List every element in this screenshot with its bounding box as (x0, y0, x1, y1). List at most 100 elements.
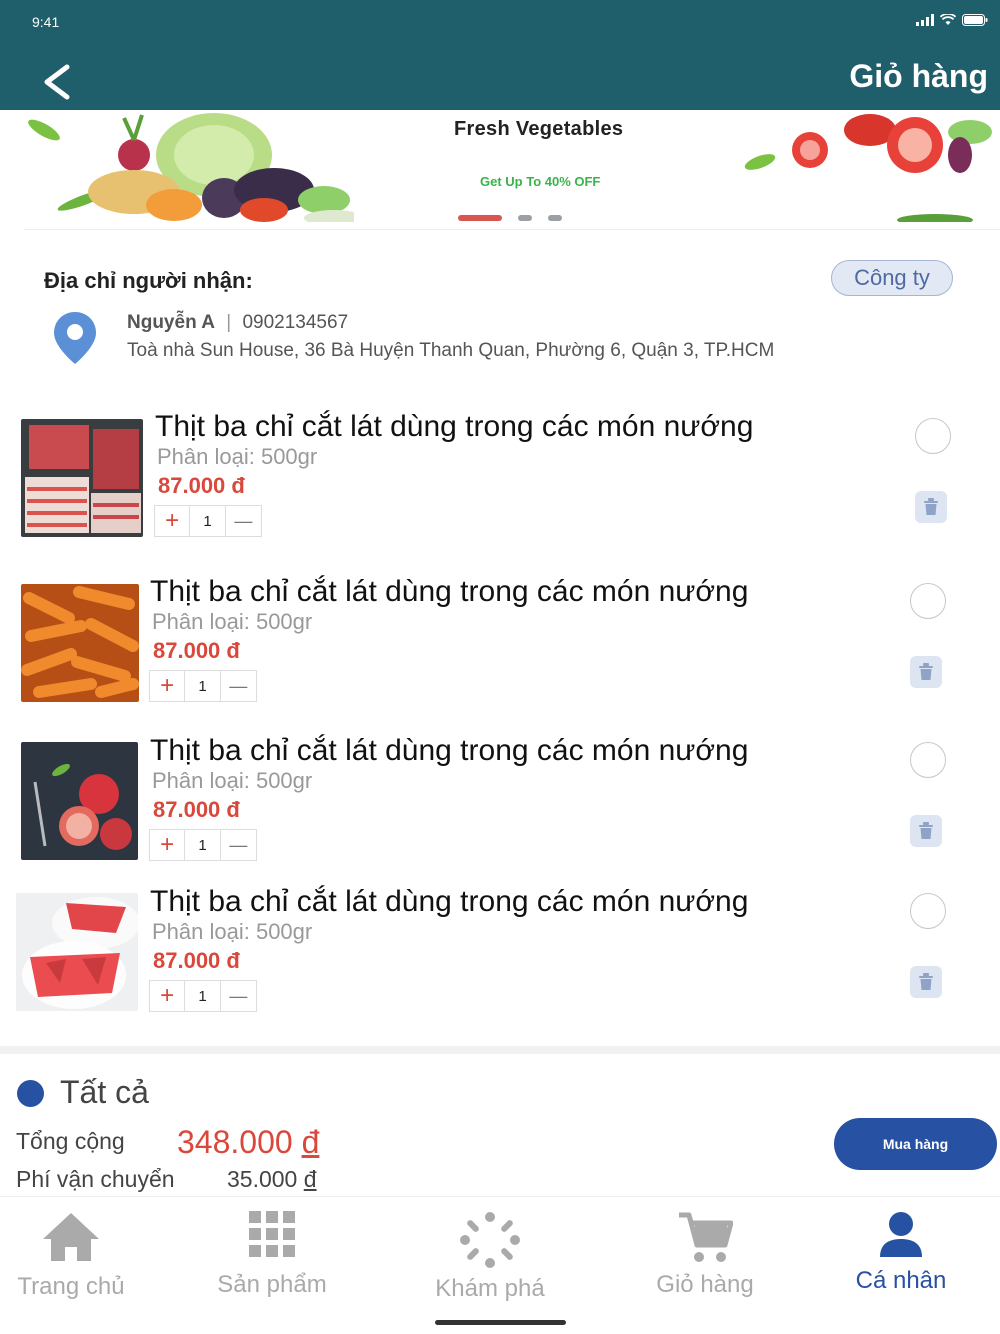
shipping-amount: 35.000 (227, 1166, 298, 1192)
explore-icon (460, 1212, 520, 1268)
decrease-button[interactable]: — (221, 981, 256, 1011)
product-title[interactable]: Thịt ba chỉ cắt lát dùng trong các món n… (150, 885, 748, 919)
product-variant[interactable]: Phân loại: 500gr (152, 919, 312, 945)
tab-label: Giỏ hàng (656, 1271, 754, 1298)
increase-button[interactable]: + (150, 981, 186, 1011)
total-amount: 348.000 (177, 1124, 293, 1160)
recipient-separator: | (226, 312, 232, 333)
quantity-value[interactable]: 1 (190, 506, 226, 536)
decrease-button[interactable]: — (226, 506, 261, 536)
total-label: Tổng cộng (16, 1128, 125, 1154)
delete-button[interactable] (910, 815, 942, 847)
product-image[interactable] (16, 893, 138, 1011)
address-heading: Địa chỉ người nhận: (44, 268, 253, 293)
quantity-value[interactable]: 1 (185, 830, 221, 860)
grid-icon (249, 1211, 295, 1257)
chevron-left-icon (44, 64, 70, 100)
product-variant[interactable]: Phân loại: 500gr (152, 609, 312, 635)
quantity-value[interactable]: 1 (185, 981, 221, 1011)
tab-cart[interactable]: Giỏ hàng (646, 1197, 764, 1317)
item-select-radio[interactable] (910, 893, 946, 929)
total-value: 348.000 đ (177, 1124, 319, 1161)
trash-icon (919, 822, 933, 839)
tab-products[interactable]: Sản phẩm (212, 1197, 332, 1317)
cart-icon (679, 1212, 733, 1262)
shipping-value: 35.000 đ (227, 1166, 317, 1193)
app-header: 9:41 Giỏ hàng (0, 0, 1000, 110)
section-divider (0, 1046, 1000, 1054)
tab-label: Cá nhân (855, 1267, 947, 1294)
home-indicator (435, 1320, 566, 1325)
delete-button[interactable] (910, 966, 942, 998)
promo-banner[interactable]: Fresh Vegetables Get Up To 40% OFF (24, 110, 1000, 230)
product-price: 87.000 đ (153, 948, 240, 973)
pagination-dot[interactable] (518, 215, 532, 221)
increase-button[interactable]: + (150, 671, 186, 701)
shipping-currency: đ (303, 1166, 317, 1192)
tomato-image (744, 114, 992, 222)
address-detail: Toà nhà Sun House, 36 Bà Huyện Thanh Qua… (127, 340, 775, 361)
product-price: 87.000 đ (158, 473, 245, 498)
delete-button[interactable] (910, 656, 942, 688)
product-title[interactable]: Thịt ba chỉ cắt lát dùng trong các món n… (150, 575, 748, 609)
location-pin-icon (54, 312, 96, 364)
shipping-label: Phí vận chuyển (16, 1166, 175, 1192)
item-select-radio[interactable] (915, 418, 951, 454)
increase-button[interactable]: + (155, 506, 191, 536)
select-all-radio[interactable] (17, 1080, 44, 1107)
product-price: 87.000 đ (153, 638, 240, 663)
product-variant[interactable]: Phân loại: 500gr (157, 444, 317, 470)
home-icon (43, 1213, 99, 1261)
product-price: 87.000 đ (153, 797, 240, 822)
pagination-dot[interactable] (548, 215, 562, 221)
product-image[interactable] (21, 419, 143, 537)
tab-label: Sản phẩm (217, 1271, 327, 1298)
tab-label: Khám phá (435, 1275, 545, 1302)
tab-label: Trang chủ (17, 1273, 125, 1300)
recipient-line: Nguyễn A | 0902134567 (127, 312, 348, 334)
banner-subtitle: Get Up To 40% OFF (480, 174, 601, 189)
delete-button[interactable] (915, 491, 947, 523)
quantity-stepper: + 1 — (149, 670, 257, 702)
cart-item: Thịt ba chỉ cắt lát dùng trong các món n… (0, 575, 1000, 715)
banner-pagination (458, 215, 562, 221)
page-title: Giỏ hàng (849, 58, 988, 94)
decrease-button[interactable]: — (221, 671, 256, 701)
product-variant[interactable]: Phân loại: 500gr (152, 768, 312, 794)
product-title[interactable]: Thịt ba chỉ cắt lát dùng trong các món n… (155, 410, 753, 444)
product-title[interactable]: Thịt ba chỉ cắt lát dùng trong các món n… (150, 734, 748, 768)
tab-profile[interactable]: Cá nhân (846, 1197, 956, 1317)
person-icon (880, 1212, 922, 1257)
increase-button[interactable]: + (150, 830, 186, 860)
item-select-radio[interactable] (910, 742, 946, 778)
trash-icon (924, 498, 938, 515)
trash-icon (919, 663, 933, 680)
select-all-label[interactable]: Tất cả (60, 1074, 149, 1111)
recipient-phone: 0902134567 (242, 312, 349, 333)
vegetables-image (28, 113, 354, 222)
checkout-button[interactable]: Mua hàng (834, 1118, 997, 1170)
recipient-name: Nguyễn A (127, 312, 215, 333)
address-tag-button[interactable]: Công ty (831, 260, 953, 296)
decrease-button[interactable]: — (221, 830, 256, 860)
quantity-value[interactable]: 1 (185, 671, 221, 701)
back-button[interactable] (36, 60, 76, 104)
cart-item: Thịt ba chỉ cắt lát dùng trong các món n… (0, 885, 1000, 1025)
item-select-radio[interactable] (910, 583, 946, 619)
product-image[interactable] (21, 584, 139, 702)
wifi-icon (940, 14, 956, 25)
status-icons (916, 14, 988, 26)
product-image[interactable] (21, 742, 138, 860)
battery-icon (962, 14, 988, 26)
tab-explore[interactable]: Khám phá (430, 1197, 550, 1317)
bottom-tab-bar: Trang chủ Sản phẩm Khám phá Giỏ hàng Cá … (0, 1196, 1000, 1334)
quantity-stepper: + 1 — (149, 980, 257, 1012)
quantity-stepper: + 1 — (149, 829, 257, 861)
quantity-stepper: + 1 — (154, 505, 262, 537)
pagination-dot-active[interactable] (458, 215, 502, 221)
banner-title: Fresh Vegetables (454, 118, 624, 140)
signal-icon (916, 14, 934, 26)
status-time: 9:41 (32, 14, 60, 30)
tab-home[interactable]: Trang chủ (8, 1197, 134, 1317)
trash-icon (919, 973, 933, 990)
